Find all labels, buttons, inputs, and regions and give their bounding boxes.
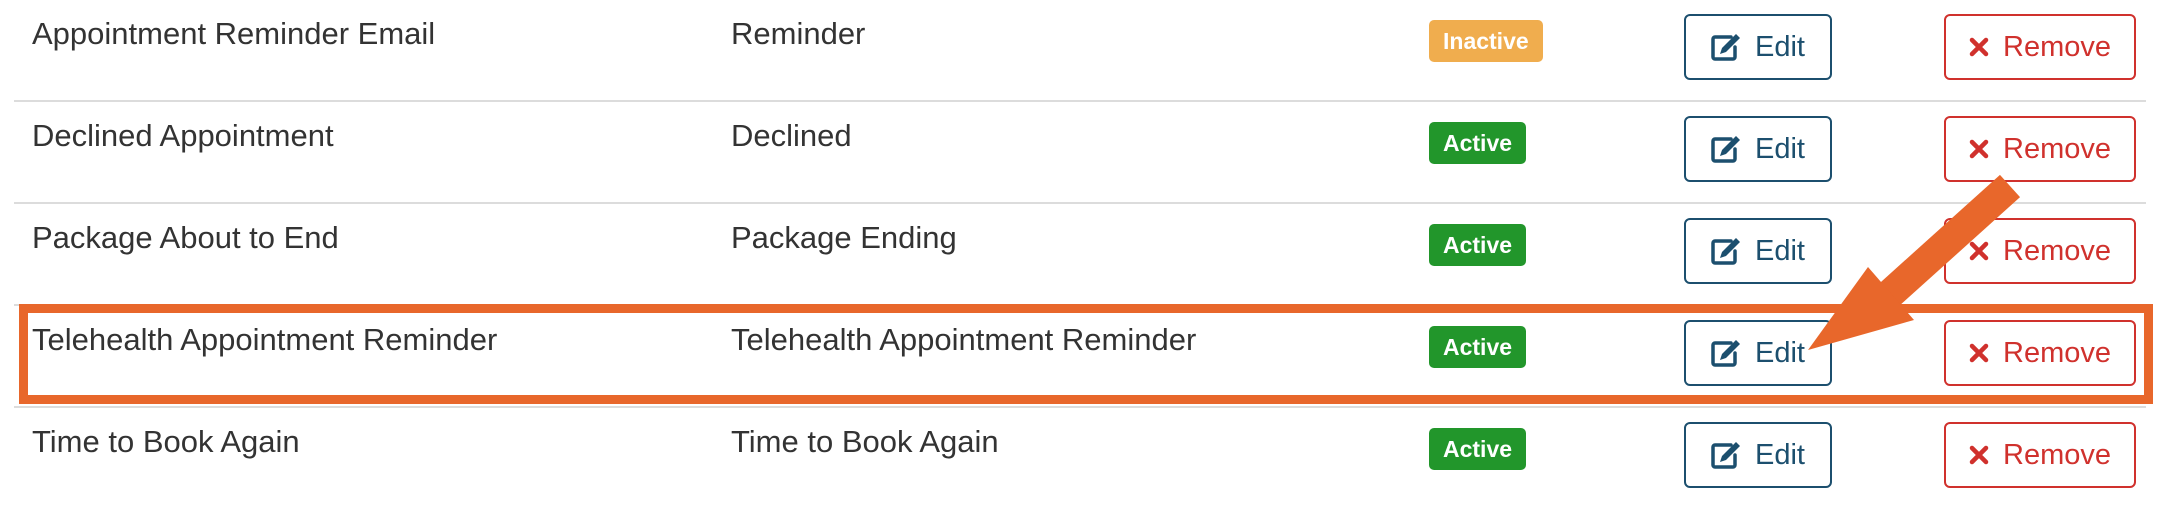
edit-icon [1711,135,1741,163]
template-type: Time to Book Again [731,424,999,459]
template-type: Reminder [731,16,866,51]
edit-icon [1711,339,1741,367]
status-badge: Active [1429,428,1527,470]
template-type: Telehealth Appointment Reminder [731,322,1197,357]
table-row-highlighted: Telehealth Appointment Reminder Teleheal… [14,306,2146,408]
template-name: Time to Book Again [32,424,300,459]
edit-button-label: Edit [1755,132,1805,165]
status-badge: Inactive [1429,20,1543,62]
edit-button[interactable]: Edit [1684,422,1832,488]
remove-button-label: Remove [2003,336,2111,369]
close-icon [1969,139,1989,159]
close-icon [1969,37,1989,57]
template-name: Telehealth Appointment Reminder [32,322,498,357]
edit-button[interactable]: Edit [1684,320,1832,386]
template-name: Declined Appointment [32,118,334,153]
close-icon [1969,445,1989,465]
remove-button[interactable]: Remove [1944,320,2136,386]
status-badge: Active [1429,326,1527,368]
table-row: Package About to End Package Ending Acti… [14,204,2146,306]
edit-icon [1711,441,1741,469]
table-row: Appointment Reminder Email Reminder Inac… [14,0,2146,102]
remove-button-label: Remove [2003,234,2111,267]
table-row: Time to Book Again Time to Book Again Ac… [14,408,2146,510]
remove-button[interactable]: Remove [1944,14,2136,80]
remove-button[interactable]: Remove [1944,218,2136,284]
edit-button-label: Edit [1755,234,1805,267]
remove-button-label: Remove [2003,438,2111,471]
close-icon [1969,241,1989,261]
edit-button[interactable]: Edit [1684,116,1832,182]
edit-icon [1711,237,1741,265]
template-type: Declined [731,118,852,153]
email-templates-screen: Appointment Reminder Email Reminder Inac… [0,0,2160,516]
remove-button-label: Remove [2003,30,2111,63]
close-icon [1969,343,1989,363]
edit-icon [1711,33,1741,61]
edit-button-label: Edit [1755,30,1805,63]
status-badge: Active [1429,224,1527,266]
edit-button-label: Edit [1755,438,1805,471]
remove-button-label: Remove [2003,132,2111,165]
templates-table: Appointment Reminder Email Reminder Inac… [14,0,2146,510]
status-badge: Active [1429,122,1527,164]
edit-button-label: Edit [1755,336,1805,369]
remove-button[interactable]: Remove [1944,422,2136,488]
table-row: Declined Appointment Declined Active Edi… [14,102,2146,204]
remove-button[interactable]: Remove [1944,116,2136,182]
template-name: Appointment Reminder Email [32,16,436,51]
edit-button[interactable]: Edit [1684,14,1832,80]
edit-button[interactable]: Edit [1684,218,1832,284]
template-name: Package About to End [32,220,339,255]
template-type: Package Ending [731,220,957,255]
